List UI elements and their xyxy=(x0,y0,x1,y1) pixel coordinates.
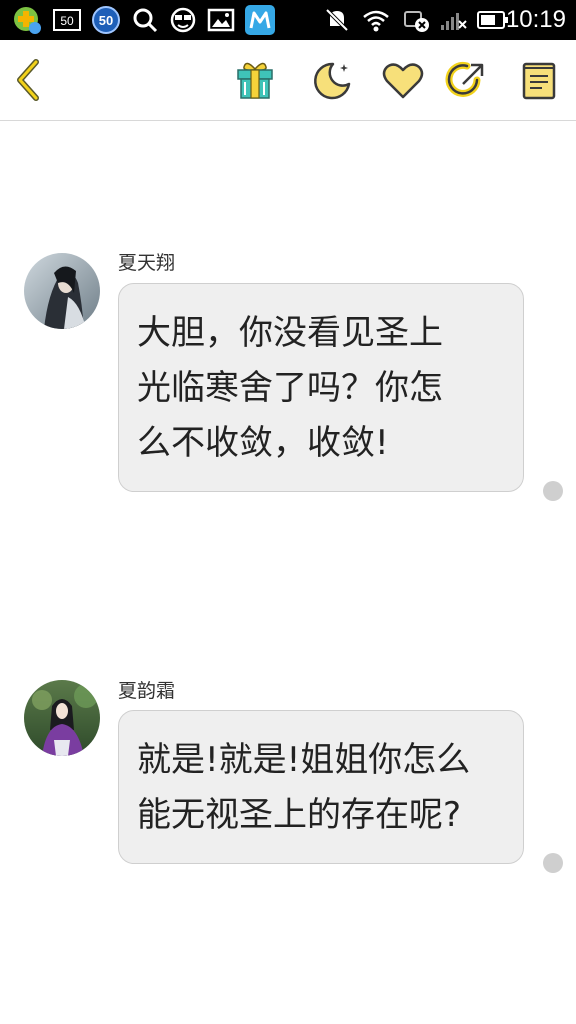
circle-50-icon: 50 xyxy=(90,6,122,34)
message-bubble[interactable]: 就是!就是!姐姐你怎么 能无视圣上的存在呢? xyxy=(118,710,524,864)
sim-badge-text: 50 xyxy=(60,14,74,28)
data-off-icon xyxy=(402,6,432,34)
clock: 10:19 xyxy=(505,6,566,33)
sim-50-icon: 50 xyxy=(52,6,82,34)
circle-badge-text: 50 xyxy=(99,13,113,28)
message-bubble[interactable]: 大胆，你没看见圣上 光临寒舍了吗？你怎 么不收敛，收敛! xyxy=(118,283,524,492)
status-dot xyxy=(543,481,563,501)
favorite-button[interactable] xyxy=(377,54,429,106)
image-icon xyxy=(206,6,236,34)
message-line: 大胆，你没看见圣上 xyxy=(137,313,443,353)
message-line: 能无视圣上的存在呢? xyxy=(137,795,462,835)
message-line: 光临寒舍了吗？你怎 xyxy=(137,368,443,408)
back-button[interactable] xyxy=(4,54,56,106)
gift-button[interactable] xyxy=(229,54,281,106)
heart-icon xyxy=(382,63,424,99)
share-button[interactable] xyxy=(441,54,493,106)
avatar[interactable] xyxy=(24,253,100,329)
face-icon xyxy=(168,6,198,34)
wifi-icon xyxy=(360,6,392,34)
back-icon xyxy=(17,59,39,101)
gift-icon xyxy=(237,62,273,99)
sender-name: 夏韵霜 xyxy=(118,680,176,702)
night-mode-icon xyxy=(314,62,351,100)
notes-icon xyxy=(522,62,556,100)
search-icon xyxy=(130,6,160,34)
message-line: 么不收敛，收敛! xyxy=(137,423,389,463)
message-line: 就是!就是!姐姐你怎么 xyxy=(137,740,471,780)
signal-icon xyxy=(438,6,470,34)
mute-icon xyxy=(322,6,352,34)
toolbar xyxy=(0,40,576,121)
app-notification-icon xyxy=(12,6,42,34)
battery-icon xyxy=(476,6,510,34)
notes-button[interactable] xyxy=(512,54,564,106)
status-dot xyxy=(543,853,563,873)
sender-name: 夏天翔 xyxy=(118,252,176,274)
avatar[interactable] xyxy=(24,680,100,756)
share-icon xyxy=(445,61,484,97)
status-bar: 50 50 10:19 xyxy=(0,0,576,40)
m-app-icon xyxy=(244,5,276,35)
night-mode-button[interactable] xyxy=(307,54,359,106)
